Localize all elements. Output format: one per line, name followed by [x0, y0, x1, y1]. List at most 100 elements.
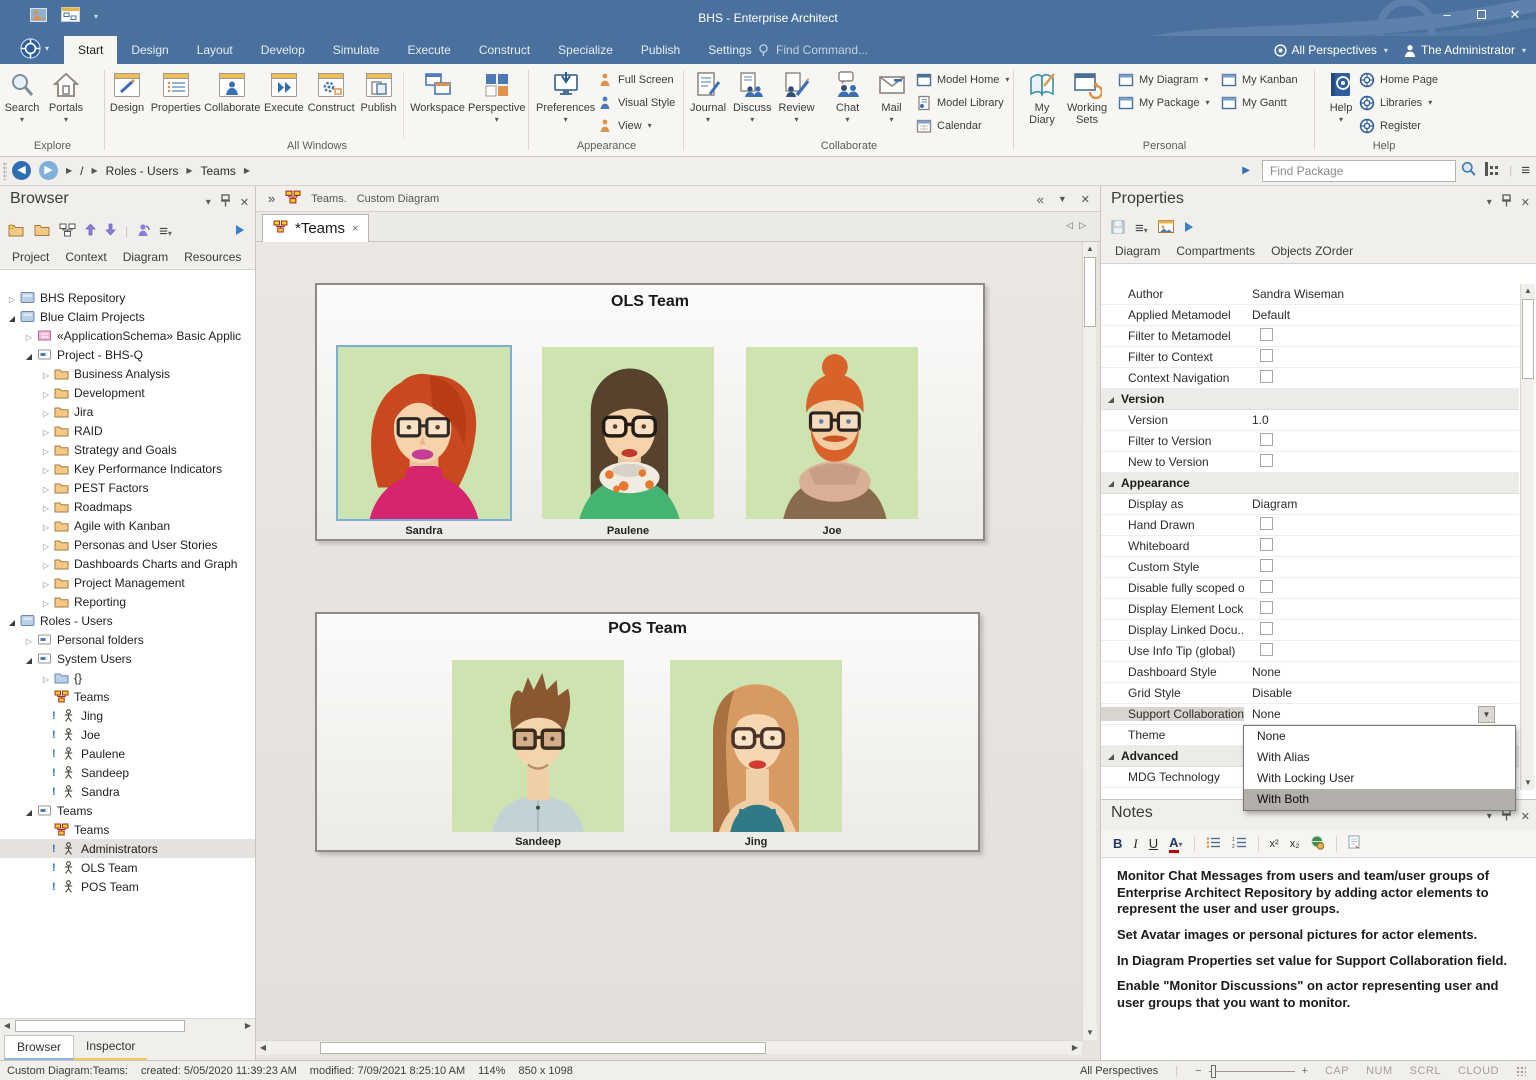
property-row[interactable]: Use Info Tip (global) — [1101, 641, 1519, 662]
folder-icon[interactable] — [34, 223, 50, 239]
tab-specialize[interactable]: Specialize — [544, 36, 627, 64]
close-tab-icon[interactable]: × — [352, 223, 358, 235]
property-row[interactable]: New to Version — [1101, 452, 1519, 473]
property-row[interactable]: Version1.0 — [1101, 410, 1519, 431]
checkbox[interactable] — [1260, 454, 1273, 467]
mail-button[interactable]: Mail — [870, 67, 914, 124]
checkbox[interactable] — [1260, 370, 1273, 383]
user-menu[interactable]: The Administrator — [1404, 43, 1526, 57]
chat-button[interactable]: Chat — [826, 67, 870, 124]
zoom-slider[interactable]: − + — [1195, 1065, 1308, 1077]
tree-item[interactable]: Blue Claim Projects — [0, 307, 255, 326]
properties-tab-diagram[interactable]: Diagram — [1107, 240, 1168, 263]
actor-avatar-sandra[interactable] — [338, 347, 510, 519]
find-command-input[interactable]: Find Command... — [758, 36, 868, 64]
italic-button[interactable]: I — [1133, 836, 1137, 852]
checkbox[interactable] — [1260, 349, 1273, 362]
nav-back-button[interactable]: ◀ — [12, 161, 31, 180]
zoom-slider-thumb[interactable] — [1211, 1065, 1216, 1078]
expander-icon[interactable] — [40, 557, 52, 571]
dropdown-option-none[interactable]: None — [1244, 726, 1515, 747]
expander-icon[interactable] — [40, 367, 52, 381]
perspective-button[interactable]: Perspective — [467, 67, 528, 124]
checkbox[interactable] — [1260, 433, 1273, 446]
dropdown-option-with-both[interactable]: With Both — [1244, 789, 1515, 810]
tree-item[interactable]: BHS Repository — [0, 288, 255, 307]
document-button[interactable] — [1348, 835, 1360, 852]
model-home-button[interactable]: Model Home — [916, 70, 1009, 89]
review-button[interactable]: Review — [775, 67, 819, 124]
full-screen-button[interactable]: Full Screen — [597, 70, 675, 89]
expander-icon[interactable] — [40, 500, 52, 514]
property-row[interactable]: Hand Drawn — [1101, 515, 1519, 536]
expander-icon[interactable] — [40, 405, 52, 419]
tree-item[interactable]: PEST Factors — [0, 478, 255, 497]
browser-tab-project[interactable]: Project — [4, 246, 57, 269]
property-section-appearance[interactable]: ◢Appearance — [1101, 473, 1519, 494]
expander-icon[interactable] — [40, 538, 52, 552]
collaborate-button[interactable]: Collaborate — [203, 67, 262, 114]
property-row[interactable]: Display Element Lock... — [1101, 599, 1519, 620]
libraries-button[interactable]: Libraries — [1359, 93, 1438, 112]
checkbox[interactable] — [1260, 517, 1273, 530]
resize-grip[interactable] — [1516, 1066, 1526, 1076]
property-row[interactable]: Disable fully scoped o... — [1101, 578, 1519, 599]
checkbox[interactable] — [1260, 328, 1273, 341]
notes-text[interactable]: Monitor Chat Messages from users and tea… — [1101, 858, 1536, 1060]
expander-icon[interactable] — [23, 633, 35, 647]
tab-design[interactable]: Design — [117, 36, 182, 64]
browser-tab-context[interactable]: Context — [57, 246, 114, 269]
dropdown-option-with-alias[interactable]: With Alias — [1244, 747, 1515, 768]
tab-settings[interactable]: Settings — [694, 36, 765, 64]
cloud-indicator[interactable]: CLOUD — [1458, 1065, 1499, 1077]
property-row[interactable]: Dashboard StyleNone — [1101, 662, 1519, 683]
tab-develop[interactable]: Develop — [247, 36, 319, 64]
collapse-toggle-icon[interactable]: ▶ — [1242, 165, 1250, 176]
design-button[interactable]: Design — [105, 67, 149, 114]
my-diary-button[interactable]: My Diary — [1020, 67, 1064, 126]
property-row[interactable]: Display asDiagram — [1101, 494, 1519, 515]
tree-item[interactable]: Teams — [0, 820, 255, 839]
model-library-button[interactable]: Model Library — [916, 93, 1009, 112]
nav-forward-button[interactable]: ▶ — [39, 161, 58, 180]
expand-panel-icon[interactable] — [235, 224, 245, 239]
tab-layout[interactable]: Layout — [183, 36, 247, 64]
locate-user-icon[interactable] — [137, 223, 150, 240]
actor-avatar-jing[interactable] — [670, 660, 842, 832]
hyperlink-globe-button[interactable] — [1310, 835, 1325, 853]
tab-construct[interactable]: Construct — [465, 36, 544, 64]
property-row[interactable]: Custom Style — [1101, 557, 1519, 578]
expander-icon[interactable] — [40, 424, 52, 438]
workspace-button[interactable]: Workspace — [409, 67, 467, 114]
checkbox[interactable] — [1260, 643, 1273, 656]
tree-item[interactable]: !Sandra — [0, 782, 255, 801]
tree-item[interactable]: Reporting — [0, 592, 255, 611]
construct-button[interactable]: Construct — [306, 67, 357, 114]
close-button[interactable]: ✕ — [1498, 0, 1532, 30]
property-row[interactable]: Whiteboard — [1101, 536, 1519, 557]
caps-lock-indicator[interactable]: CAP — [1325, 1065, 1349, 1077]
diagram-vertical-scrollbar[interactable]: ▲ ▼ — [1082, 242, 1096, 1040]
properties-tab-objects-zorder[interactable]: Objects ZOrder — [1263, 240, 1361, 263]
home-page-button[interactable]: Home Page — [1359, 70, 1438, 89]
underline-button[interactable]: U — [1149, 836, 1158, 851]
tree-item[interactable]: Jira — [0, 402, 255, 421]
find-package-input[interactable]: Find Package — [1262, 160, 1456, 182]
help-button[interactable]: Help — [1319, 67, 1363, 124]
tab-scroll-arrows[interactable]: ◁▷ — [1066, 220, 1092, 231]
panel-menu-caret-icon[interactable]: ▾ — [1487, 811, 1492, 822]
diagram-canvas[interactable]: OLS Team — [256, 242, 1082, 1040]
tree-item[interactable]: !Paulene — [0, 744, 255, 763]
tree-item[interactable]: Roadmaps — [0, 497, 255, 516]
tab-execute[interactable]: Execute — [393, 36, 464, 64]
working-sets-button[interactable]: Working Sets — [1064, 67, 1110, 126]
property-row[interactable]: Grid StyleDisable — [1101, 683, 1519, 704]
publish-button[interactable]: Publish — [357, 67, 401, 114]
menu-icon[interactable]: ≡▾ — [1135, 220, 1148, 237]
pos-team-boundary[interactable]: POS Team — [315, 612, 980, 852]
tree-item[interactable]: Business Analysis — [0, 364, 255, 383]
zoom-out-icon[interactable]: − — [1195, 1065, 1201, 1077]
register-button[interactable]: Register — [1359, 116, 1438, 135]
checkbox[interactable] — [1260, 538, 1273, 551]
tree-item[interactable]: Development — [0, 383, 255, 402]
